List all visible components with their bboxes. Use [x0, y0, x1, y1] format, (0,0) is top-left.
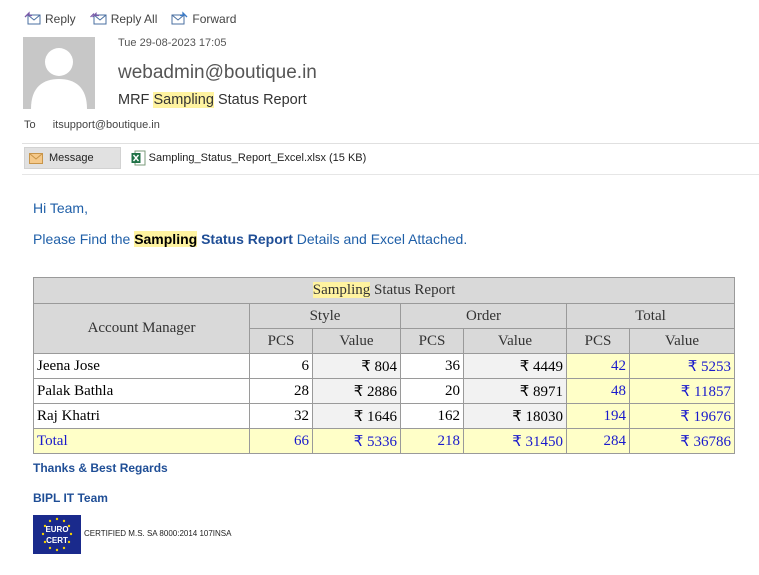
row-total-pcs: 42 [566, 353, 630, 379]
reply-all-icon [89, 12, 107, 25]
header-order-value: Value [463, 328, 567, 354]
message-tab[interactable]: Message [24, 147, 121, 169]
sender-address[interactable]: webadmin@boutique.in [118, 62, 317, 84]
message-tab-label: Message [49, 152, 94, 164]
header-style-value: Value [312, 328, 401, 354]
header-total: Total [566, 303, 735, 329]
row-total-value: ₹ 11857 [629, 378, 735, 404]
person-silhouette-icon [31, 48, 87, 109]
excel-attachment[interactable]: Sampling_Status_Report_Excel.xlsx (15 KB… [131, 150, 367, 166]
excel-file-icon [131, 150, 146, 166]
table-total-row: Total 66 ₹ 5336 218 ₹ 31450 284 ₹ 36786 [33, 428, 735, 454]
row-order-pcs: 162 [400, 403, 464, 429]
greeting: Hi Team, [33, 200, 88, 216]
row-style-value: ₹ 1646 [312, 403, 401, 429]
sent-date: Tue 29-08-2023 17:05 [118, 37, 227, 49]
row-order-pcs: 20 [400, 378, 464, 404]
row-style-value: ₹ 2886 [312, 378, 401, 404]
body-text-post: Details and Excel Attached. [296, 231, 468, 247]
total-style-pcs: 66 [249, 428, 313, 454]
subject-suffix: Status Report [217, 92, 307, 108]
header-total-value: Value [629, 328, 735, 354]
message-toolbar: Reply Reply All Forward [24, 11, 236, 26]
total-style-value: ₹ 5336 [312, 428, 401, 454]
header-style: Style [249, 303, 401, 329]
forward-button[interactable]: Forward [171, 11, 236, 26]
table-row: Raj Khatri 32 ₹ 1646 162 ₹ 18030 194 ₹ 1… [33, 403, 735, 429]
forward-label: Forward [192, 11, 237, 26]
row-order-value: ₹ 18030 [463, 403, 567, 429]
subject-highlight: Sampling [153, 92, 214, 108]
row-total-value: ₹ 5253 [629, 353, 735, 379]
row-style-pcs: 32 [249, 403, 313, 429]
table-row: Jeena Jose 6 ₹ 804 36 ₹ 4449 42 ₹ 5253 [33, 353, 735, 379]
table-group-header-row: Account Manager Style Order Total [33, 303, 735, 354]
signoff-team: BIPL IT Team [33, 491, 108, 505]
attachment-filename: Sampling_Status_Report_Excel.xlsx (15 KB… [148, 152, 367, 164]
reply-all-label: Reply All [110, 11, 158, 26]
eurocert-logo: EURO CERT [33, 515, 81, 554]
total-order-value: ₹ 31450 [463, 428, 567, 454]
to-label: To [24, 119, 36, 131]
body-text-highlight: Sampling [134, 231, 198, 247]
logo-text-top: EURO [45, 525, 68, 534]
header-order: Order [400, 303, 567, 329]
total-order-pcs: 218 [400, 428, 464, 454]
total-total-pcs: 284 [566, 428, 630, 454]
body-divider [22, 174, 759, 175]
total-label: Total [33, 428, 250, 454]
logo-text-bottom: CERT [46, 536, 68, 545]
to-address[interactable]: itsupport@boutique.in [53, 119, 160, 131]
row-order-value: ₹ 8971 [463, 378, 567, 404]
total-total-value: ₹ 36786 [629, 428, 735, 454]
body-text-bold: Status Report [201, 231, 293, 247]
signoff-thanks: Thanks & Best Regards [33, 461, 168, 475]
header-account-manager: Account Manager [33, 303, 250, 354]
row-name: Raj Khatri [33, 403, 250, 429]
row-total-pcs: 194 [566, 403, 630, 429]
envelope-icon [29, 152, 43, 164]
sender-avatar [23, 37, 95, 109]
row-total-pcs: 48 [566, 378, 630, 404]
body-text-pre: Please Find the [33, 231, 131, 247]
reply-label: Reply [45, 11, 76, 26]
table-title-row: Sampling Status Report [33, 277, 735, 304]
row-name: Jeena Jose [33, 353, 250, 379]
reply-icon [24, 11, 41, 25]
sampling-status-table: Sampling Status Report Account Manager S… [33, 277, 735, 454]
body-text: Please Find the Sampling Status Report D… [33, 231, 467, 247]
certification-text: CERTIFIED M.S. SA 8000:2014 107INSA [84, 529, 232, 538]
row-order-value: ₹ 4449 [463, 353, 567, 379]
row-name: Palak Bathla [33, 378, 250, 404]
forward-icon [171, 11, 188, 25]
header-divider [22, 143, 759, 144]
recipient-row: To itsupport@boutique.in [24, 119, 160, 131]
row-style-pcs: 6 [249, 353, 313, 379]
reply-button[interactable]: Reply [24, 11, 76, 26]
header-total-pcs: PCS [566, 328, 630, 354]
row-order-pcs: 36 [400, 353, 464, 379]
table-row: Palak Bathla 28 ₹ 2886 20 ₹ 8971 48 ₹ 11… [33, 378, 735, 404]
row-style-pcs: 28 [249, 378, 313, 404]
row-style-value: ₹ 804 [312, 353, 401, 379]
reply-all-button[interactable]: Reply All [89, 11, 158, 26]
header-order-pcs: PCS [400, 328, 464, 354]
table-title: Sampling Status Report [33, 277, 735, 304]
table-title-rest: Status Report [374, 282, 456, 298]
table-title-highlight: Sampling [312, 282, 371, 298]
attachment-bar: Message Sampling_Status_Report_Excel.xls… [24, 147, 366, 169]
row-total-value: ₹ 19676 [629, 403, 735, 429]
subject-prefix: MRF [118, 92, 150, 108]
header-style-pcs: PCS [249, 328, 313, 354]
subject-line: MRF Sampling Status Report [118, 92, 307, 108]
